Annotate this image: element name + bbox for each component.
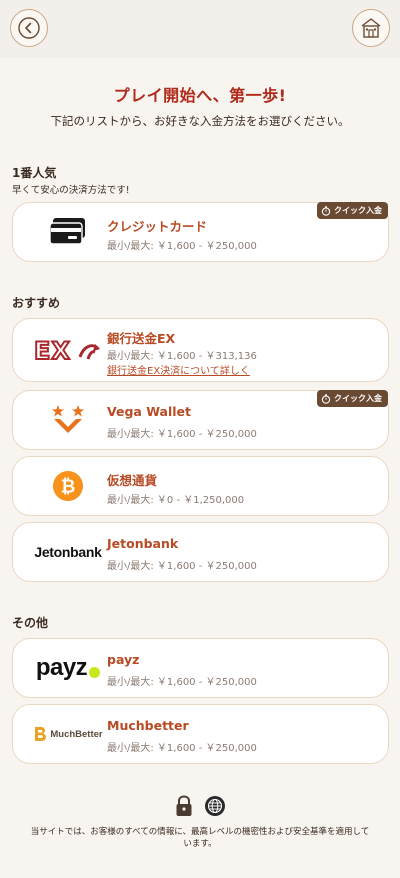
method-limit: 最小/最大: ￥1,600 - ￥250,000 — [107, 677, 257, 688]
method-name: Jetonbank — [107, 536, 179, 551]
page-title: プレイ開始へ、第一歩! — [113, 86, 287, 105]
bitcoin-icon: ₿ — [23, 457, 113, 515]
jetonbank-logo: Jetonbank — [23, 523, 113, 581]
muchbetter-b-icon — [35, 727, 47, 741]
method-name: 仮想通貨 — [107, 473, 158, 488]
section-title-recommended: おすすめ — [12, 296, 61, 310]
method-limit: 最小/最大: ￥1,600 - ￥250,000 — [107, 241, 257, 252]
payment-method-vega-wallet[interactable]: Vega Wallet 最小/最大: ￥1,600 - ￥250,000 クイッ… — [12, 390, 389, 450]
section-title-popular: 1番人気 — [12, 166, 57, 180]
bank-ex-info-link[interactable]: 銀行送金EX決済について詳しく — [107, 362, 250, 377]
payz-logo: payz — [23, 639, 113, 697]
payz-dot-icon — [89, 666, 101, 678]
bank-ex-logo: EX — [23, 319, 113, 381]
payment-method-credit-card[interactable]: クレジットカード 最小/最大: ￥1,600 - ￥250,000 クイック入金 — [12, 202, 389, 262]
chevron-left-icon — [18, 17, 40, 39]
security-notice: 当サイトでは、お客様のすべての情報に、最高レベルの機密性および安全基準を適用して… — [30, 827, 370, 849]
quick-deposit-label: クイック入金 — [334, 206, 382, 215]
vega-wallet-logo — [23, 391, 113, 449]
method-name: Muchbetter — [107, 718, 189, 733]
payz-logo-text: payz — [35, 654, 88, 681]
method-limit: 最小/最大: ￥1,600 - ￥250,000 — [107, 743, 257, 754]
method-name: 銀行送金EX — [107, 331, 176, 346]
jetonbank-logo-text: Jetonbank — [34, 544, 102, 560]
method-name: payz — [107, 652, 140, 667]
quick-deposit-label: クイック入金 — [334, 394, 382, 403]
muchbetter-logo-text: MuchBetter — [50, 728, 103, 740]
method-limit: 最小/最大: ￥1,600 - ￥250,000 — [107, 561, 257, 572]
method-name: Vega Wallet — [107, 404, 192, 419]
muchbetter-logo: MuchBetter — [23, 705, 113, 763]
method-limit: 最小/最大: ￥1,600 - ￥313,136 — [107, 351, 257, 362]
section-subtitle-popular: 早くて安心の決済方法です! — [12, 185, 130, 196]
globe-shield-icon — [205, 796, 225, 816]
page-subtitle: 下記のリストから、お好きな入金方法をお選びください。 — [50, 114, 350, 128]
method-limit: 最小/最大: ￥0 - ￥1,250,000 — [107, 495, 245, 506]
stopwatch-icon — [321, 393, 331, 404]
top-bar — [0, 0, 400, 58]
bank-ex-logo-text: EX — [34, 337, 71, 365]
stopwatch-icon — [321, 205, 331, 216]
section-title-other: その他 — [12, 616, 49, 630]
method-name: クレジットカード — [107, 219, 208, 234]
method-limit: 最小/最大: ￥1,600 - ￥250,000 — [107, 429, 257, 440]
payment-method-payz[interactable]: payz payz 最小/最大: ￥1,600 - ￥250,000 — [12, 638, 389, 698]
payment-method-bank-ex[interactable]: EX 銀行送金EX 最小/最大: ￥1,600 - ￥313,136 銀行送金E… — [12, 318, 389, 382]
credit-card-icon — [23, 203, 113, 261]
quick-deposit-badge: クイック入金 — [317, 202, 388, 219]
lock-icon — [176, 795, 192, 816]
payment-method-crypto[interactable]: ₿ 仮想通貨 最小/最大: ￥0 - ￥1,250,000 — [12, 456, 389, 516]
security-icons — [0, 795, 400, 817]
house-icon — [361, 18, 381, 38]
quick-deposit-badge: クイック入金 — [317, 390, 388, 407]
svg-text:₿: ₿ — [61, 477, 76, 498]
back-button[interactable] — [10, 9, 48, 47]
payment-method-jetonbank[interactable]: Jetonbank Jetonbank 最小/最大: ￥1,600 - ￥250… — [12, 522, 389, 582]
home-button[interactable] — [352, 9, 390, 47]
payment-method-muchbetter[interactable]: MuchBetter Muchbetter 最小/最大: ￥1,600 - ￥2… — [12, 704, 389, 764]
